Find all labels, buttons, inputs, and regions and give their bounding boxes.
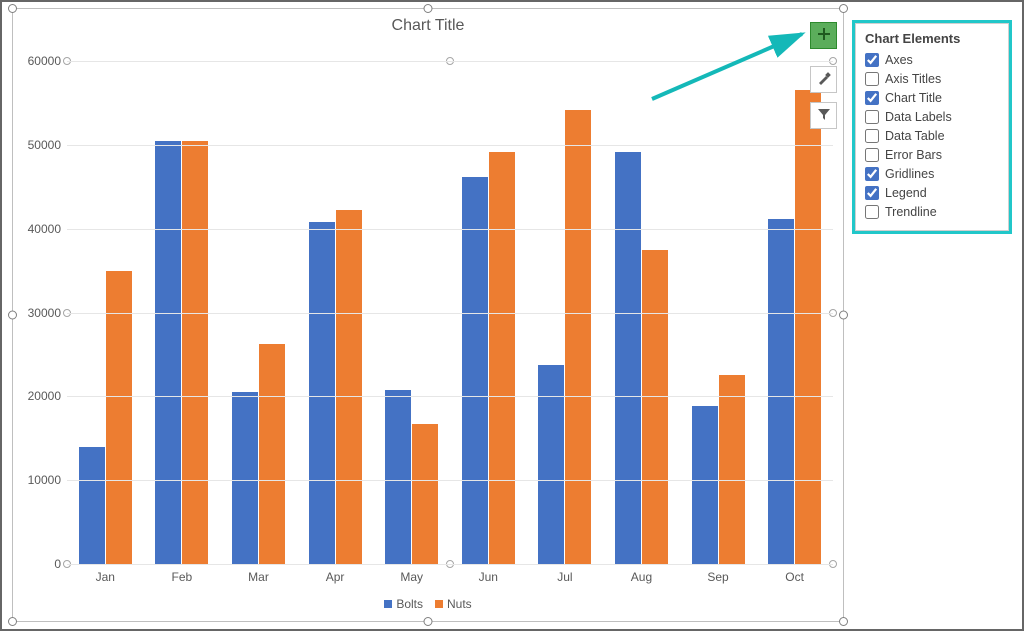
x-axis-tick: Aug [631,564,652,584]
bar-nuts[interactable] [106,271,132,564]
bar-nuts[interactable] [795,90,821,564]
bar-nuts[interactable] [642,250,668,564]
chart-object[interactable]: Chart Title JanFebMarAprMayJunJulAugSepO… [12,8,844,622]
bar-nuts[interactable] [565,110,591,564]
legend-swatch [384,600,392,608]
chart-element-checkbox[interactable] [865,148,879,162]
bar-nuts[interactable] [182,141,208,564]
screenshot-root: Chart Title JanFebMarAprMayJunJulAugSepO… [0,0,1024,631]
resize-handle[interactable] [8,4,17,13]
bar-bolts[interactable] [538,365,564,564]
chart-element-label: Data Table [885,129,945,143]
bar-bolts[interactable] [385,390,411,564]
resize-handle[interactable] [8,311,17,320]
brush-icon [816,70,832,89]
bar-bolts[interactable] [768,219,794,564]
bar-bolts[interactable] [692,406,718,564]
y-axis-tick: 20000 [28,389,67,403]
chart-elements-button[interactable] [810,22,837,49]
chart-element-option[interactable]: Legend [865,183,999,202]
bar-bolts[interactable] [615,152,641,564]
chart-element-checkbox[interactable] [865,53,879,67]
plus-icon [816,26,832,45]
chart-element-option[interactable]: Axes [865,50,999,69]
plot-area[interactable]: JanFebMarAprMayJunJulAugSepOct 010000200… [67,61,833,565]
resize-handle[interactable] [424,4,433,13]
chart-element-option[interactable]: Trendline [865,202,999,221]
bar-nuts[interactable] [489,152,515,564]
resize-handle[interactable] [839,617,848,626]
gridline [67,229,833,230]
chart-element-label: Chart Title [885,91,942,105]
chart-element-label: Data Labels [885,110,952,124]
chart-filters-button[interactable] [810,102,837,129]
bar-nuts[interactable] [336,210,362,564]
x-axis-tick: Jun [479,564,498,584]
y-axis-tick: 30000 [28,306,67,320]
gridline [67,145,833,146]
gridline [67,313,833,314]
gridline [67,61,833,62]
y-axis-tick: 10000 [28,473,67,487]
bar-bolts[interactable] [462,177,488,564]
chart-element-option[interactable]: Axis Titles [865,69,999,88]
bar-bolts[interactable] [309,222,335,564]
chart-element-label: Error Bars [885,148,942,162]
chart-element-option[interactable]: Error Bars [865,145,999,164]
bar-bolts[interactable] [232,392,258,564]
y-axis-tick: 50000 [28,138,67,152]
chart-element-checkbox[interactable] [865,91,879,105]
resize-handle[interactable] [839,4,848,13]
chart-elements-panel: Chart Elements Axes Axis Titles Chart Titl… [852,20,1012,234]
chart-element-checkbox[interactable] [865,205,879,219]
legend-label: Bolts [396,597,423,611]
chart-legend[interactable]: Bolts Nuts [13,597,843,611]
legend-swatch [435,600,443,608]
chart-element-option[interactable]: Gridlines [865,164,999,183]
legend-item[interactable]: Nuts [435,597,472,611]
x-axis-tick: Oct [785,564,804,584]
chart-element-label: Axes [885,53,913,67]
chart-element-label: Axis Titles [885,72,941,86]
chart-element-checkbox[interactable] [865,72,879,86]
chart-element-checkbox[interactable] [865,167,879,181]
resize-handle[interactable] [839,311,848,320]
chart-element-option[interactable]: Chart Title [865,88,999,107]
chart-element-option[interactable]: Data Table [865,126,999,145]
x-axis-tick: Sep [707,564,728,584]
bar-bolts[interactable] [155,141,181,564]
chart-title[interactable]: Chart Title [13,9,843,39]
bar-nuts[interactable] [259,344,285,564]
chart-styles-button[interactable] [810,66,837,93]
bar-bolts[interactable] [79,447,105,564]
y-axis-tick: 60000 [28,54,67,68]
chart-element-option[interactable]: Data Labels [865,107,999,126]
panel-title: Chart Elements [865,31,999,50]
funnel-icon [816,106,832,125]
chart-element-checkbox[interactable] [865,186,879,200]
resize-handle[interactable] [424,617,433,626]
gridline [67,564,833,565]
x-axis-tick: Mar [248,564,269,584]
chart-element-label: Gridlines [885,167,934,181]
x-axis-tick: Jan [96,564,115,584]
x-axis-tick: Jul [557,564,572,584]
chart-element-checkbox[interactable] [865,129,879,143]
gridline [67,480,833,481]
y-axis-tick: 40000 [28,222,67,236]
y-axis-tick: 0 [54,557,67,571]
x-axis-tick: Apr [326,564,345,584]
x-axis-tick: Feb [172,564,193,584]
legend-item[interactable]: Bolts [384,597,423,611]
legend-label: Nuts [447,597,472,611]
chart-element-label: Legend [885,186,927,200]
chart-element-label: Trendline [885,205,937,219]
chart-element-checkbox[interactable] [865,110,879,124]
bar-nuts[interactable] [412,424,438,564]
x-axis-tick: May [400,564,423,584]
bar-nuts[interactable] [719,375,745,564]
gridline [67,396,833,397]
resize-handle[interactable] [8,617,17,626]
